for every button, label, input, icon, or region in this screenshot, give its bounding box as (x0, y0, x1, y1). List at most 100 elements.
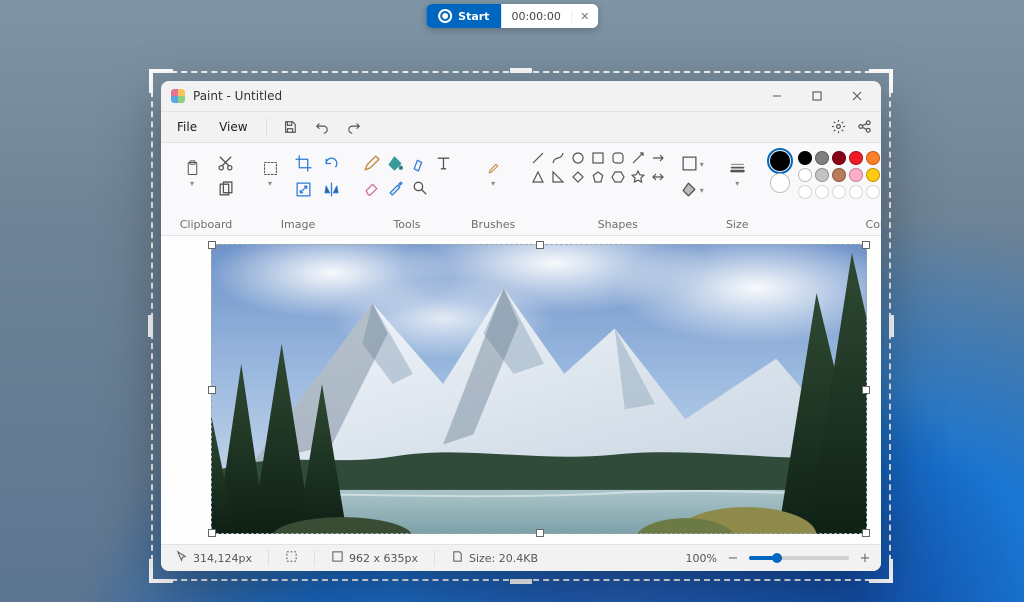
brushes-label: Brushes (471, 216, 515, 235)
zoom-slider[interactable] (749, 556, 849, 560)
pencil-tool[interactable] (359, 151, 383, 175)
picker-tool[interactable] (383, 175, 407, 199)
paint-app-icon (171, 89, 185, 103)
resize-handle[interactable] (862, 241, 870, 249)
fill-tool[interactable] (383, 151, 407, 175)
chevron-down-icon: ▾ (268, 179, 272, 188)
resize-handle[interactable] (208, 529, 216, 537)
view-menu[interactable]: View (213, 117, 253, 137)
color-swatch[interactable] (849, 151, 863, 165)
custom-color-slot[interactable] (849, 185, 863, 199)
statusbar: 314,124px 962 x 635px Size: 20.4KB 100% … (161, 544, 881, 571)
paste-button[interactable]: ▾ (175, 151, 209, 197)
color-swatch[interactable] (849, 168, 863, 182)
resize-handle[interactable] (208, 241, 216, 249)
highlighter-tool[interactable] (407, 151, 431, 175)
color-2[interactable] (770, 173, 790, 193)
group-tools: Tools (351, 147, 463, 235)
color-swatch[interactable] (798, 151, 812, 165)
custom-color-slot[interactable] (832, 185, 846, 199)
group-colors: Colors (762, 147, 881, 235)
color-swatch[interactable] (866, 151, 880, 165)
resize-handle[interactable] (208, 386, 216, 394)
titlebar-extra-buttons (827, 115, 875, 137)
resize-handle[interactable] (536, 529, 544, 537)
brushes-button[interactable]: ▾ (476, 151, 510, 197)
shape-outline-button[interactable]: ▾ (680, 151, 704, 175)
record-icon (438, 9, 452, 23)
tools-label: Tools (393, 216, 420, 235)
canvas-size-icon (331, 550, 344, 566)
zoom-level: 100% (686, 552, 717, 565)
color-swatch[interactable] (815, 151, 829, 165)
recorder-close-button[interactable]: ✕ (571, 10, 598, 23)
eraser-tool[interactable] (359, 175, 383, 199)
resize-handle[interactable] (862, 529, 870, 537)
shapes-label: Shapes (598, 216, 638, 235)
chevron-down-icon: ▾ (190, 179, 194, 188)
resize-button[interactable] (291, 177, 315, 201)
color-swatch[interactable] (798, 168, 812, 182)
zoom-controls: 100% − + (686, 551, 873, 566)
undo-button[interactable] (311, 116, 333, 138)
resize-handle[interactable] (536, 241, 544, 249)
color-swatch[interactable] (866, 168, 880, 182)
recorder-start-label: Start (458, 10, 489, 23)
size-button[interactable]: ▾ (720, 151, 754, 197)
group-size: ▾ Size (712, 147, 762, 235)
shapes-gallery[interactable] (531, 151, 667, 186)
chevron-down-icon: ▾ (700, 160, 704, 169)
file-menu[interactable]: File (171, 117, 203, 137)
resize-handle[interactable] (862, 386, 870, 394)
group-image: ▾ Image (245, 147, 351, 235)
group-brushes: ▾ Brushes (463, 147, 523, 235)
shape-fill-button[interactable]: ▾ (680, 177, 704, 201)
recorder-start-button[interactable]: Start (426, 4, 501, 28)
canvas-area[interactable] (161, 236, 881, 544)
colors-label: Colors (866, 216, 881, 235)
maximize-button[interactable] (797, 81, 837, 111)
color-swatch[interactable] (832, 168, 846, 182)
menubar: File View (161, 112, 881, 143)
custom-color-slot[interactable] (798, 185, 812, 199)
ribbon: ▾ Clipboard ▾ Image (161, 143, 881, 236)
canvas-selection-border (211, 244, 867, 534)
window-title: Paint - Untitled (193, 89, 282, 103)
color-palette (798, 151, 881, 199)
close-button[interactable] (837, 81, 877, 111)
paint-window: Paint - Untitled File View ▾ Clipboard (161, 81, 881, 571)
cursor-pos-icon (175, 550, 188, 566)
share-icon[interactable] (853, 115, 875, 137)
file-size-icon (451, 550, 464, 566)
magnifier-tool[interactable] (407, 175, 431, 199)
custom-color-slot[interactable] (815, 185, 829, 199)
zoom-out-button[interactable]: − (725, 551, 741, 566)
flip-button[interactable] (319, 177, 343, 201)
save-button[interactable] (279, 116, 301, 138)
titlebar[interactable]: Paint - Untitled (161, 81, 881, 112)
minimize-button[interactable] (757, 81, 797, 111)
clipboard-label: Clipboard (180, 216, 233, 235)
cursor-position: 314,124px (193, 552, 252, 565)
color-swatch[interactable] (832, 151, 846, 165)
chevron-down-icon: ▾ (735, 179, 739, 188)
crop-button[interactable] (291, 151, 315, 175)
rotate-button[interactable] (319, 151, 343, 175)
size-label: Size (726, 216, 749, 235)
redo-button[interactable] (343, 116, 365, 138)
canvas[interactable] (211, 244, 867, 534)
zoom-in-button[interactable]: + (857, 551, 873, 566)
color-1[interactable] (770, 151, 790, 171)
group-shapes: ▾ ▾ Shapes (523, 147, 712, 235)
copy-button[interactable] (213, 177, 237, 201)
chevron-down-icon: ▾ (491, 179, 495, 188)
settings-icon[interactable] (827, 115, 849, 137)
custom-color-slot[interactable] (866, 185, 880, 199)
color-swatch[interactable] (815, 168, 829, 182)
select-button[interactable]: ▾ (253, 151, 287, 197)
screen-recorder-bar: Start 00:00:00 ✕ (426, 4, 598, 28)
text-tool[interactable] (431, 151, 455, 175)
chevron-down-icon: ▾ (700, 186, 704, 195)
image-label: Image (281, 216, 315, 235)
cut-button[interactable] (213, 151, 237, 175)
